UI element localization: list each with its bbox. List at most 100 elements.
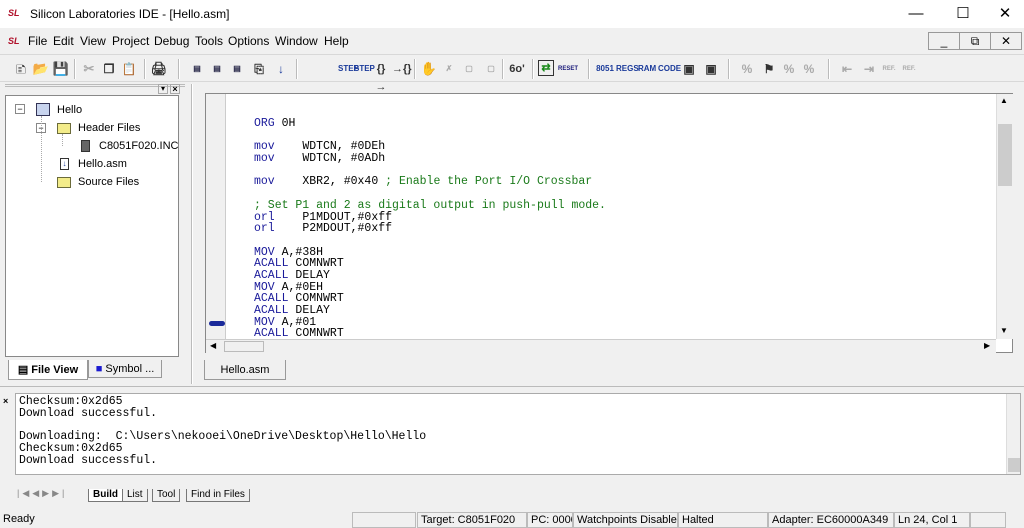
output-close-button[interactable]: × — [3, 396, 8, 406]
toggle-bookmark-icon[interactable]: % — [738, 60, 756, 78]
output-scrollbar[interactable] — [1006, 394, 1020, 474]
indent-icon[interactable]: ⇤ — [838, 60, 856, 78]
outdent-icon[interactable]: ⇥ — [860, 60, 878, 78]
tree-line — [62, 134, 63, 146]
tab-hello-asm[interactable]: Hello.asm — [204, 360, 286, 380]
mdi-restore-button[interactable]: ⧉ — [959, 32, 991, 50]
clear-bookmarks-icon[interactable]: % — [800, 60, 818, 78]
registers-window-icon[interactable]: REGS — [616, 60, 639, 78]
watch-glasses-icon[interactable]: 6o' — [508, 60, 526, 78]
output-tab-scroll-buttons[interactable]: |◀◀▶▶| — [17, 488, 97, 501]
status-empty — [970, 512, 1006, 528]
code-line[interactable]: ORG 0H — [254, 118, 606, 130]
menu-options[interactable]: Options — [228, 34, 269, 48]
splitter[interactable] — [0, 386, 1024, 389]
menu-help[interactable]: Help — [324, 34, 349, 48]
code-editor[interactable]: ORG 0H mov WDTCN, #0DEh mov WDTCN, #0ADh mo… — [205, 93, 1013, 353]
mdi-close-button[interactable]: ✕ — [990, 32, 1022, 50]
scroll-right-icon[interactable]: ▶ — [984, 341, 990, 350]
code-text[interactable]: ORG 0H mov WDTCN, #0DEh mov WDTCN, #0ADh mo… — [254, 118, 606, 340]
code-line[interactable]: mov WDTCN, #0ADh — [254, 153, 606, 165]
scroll-thumb[interactable] — [1008, 458, 1020, 472]
menu-file[interactable]: File — [28, 34, 47, 48]
build-icon[interactable]: ▤ — [188, 60, 206, 78]
asm-file-icon: ↓ — [60, 158, 69, 170]
reset-icon[interactable]: RESET — [558, 60, 578, 78]
minimize-button[interactable]: — — [893, 0, 939, 28]
close-button[interactable]: ✕ — [982, 0, 1024, 28]
step-over-icon[interactable]: STEP — [354, 60, 375, 78]
tab-find-in-files[interactable]: Find in Files — [186, 489, 250, 502]
tree-item-source-files[interactable]: Source Files — [78, 176, 139, 188]
maximize-button[interactable]: ☐ — [940, 0, 986, 28]
tab-build[interactable]: Build — [88, 489, 123, 502]
watch-window-icon[interactable]: ▣ — [702, 60, 720, 78]
refresh-icon[interactable]: ⇄ — [538, 60, 554, 76]
menu-window[interactable]: Window — [275, 34, 318, 48]
remove-breakpoints-icon[interactable]: ▢ — [482, 60, 500, 78]
menu-tools[interactable]: Tools — [195, 34, 223, 48]
splitter[interactable] — [191, 84, 193, 384]
tab-symbol-view[interactable]: ■ Symbol ... — [88, 360, 162, 378]
menu-project[interactable]: Project — [112, 34, 149, 48]
separator — [588, 59, 590, 79]
scroll-left-icon[interactable]: ◀ — [210, 341, 216, 350]
stop-hand-icon[interactable]: ✋ — [420, 60, 438, 78]
status-position: Ln 24, Col 1 — [894, 512, 970, 528]
code-keyword: mov — [254, 175, 282, 189]
code-keyword: ORG — [254, 117, 282, 130]
build-all-icon[interactable]: ▤ — [228, 60, 246, 78]
menu-view[interactable]: View — [80, 34, 106, 48]
code-line[interactable]: orl P2MDOUT,#0xff — [254, 223, 606, 235]
ref-back-icon[interactable]: REF. — [880, 60, 898, 78]
tree-item-hello-asm[interactable]: Hello.asm — [78, 158, 127, 170]
tab-file-view[interactable]: ▤ File View — [8, 360, 88, 380]
tab-tool[interactable]: Tool — [152, 489, 181, 502]
scroll-up-icon[interactable]: ▲ — [1000, 96, 1008, 105]
output-text: Checksum:0x2d65 Download successful. Downl… — [19, 396, 426, 467]
vertical-scrollbar[interactable]: ▲ ▼ — [996, 94, 1013, 339]
print-icon[interactable]: 🖨 — [150, 60, 168, 78]
ram-window-icon[interactable]: RAM — [638, 60, 656, 78]
open-folder-icon[interactable]: 📂 — [32, 60, 50, 78]
folder-icon — [57, 177, 71, 188]
tab-list[interactable]: List — [122, 489, 148, 502]
sfr-window-icon[interactable]: 8051 — [596, 60, 614, 78]
mdi-minimize-button[interactable]: _ — [928, 32, 960, 50]
code-window-icon[interactable]: CODE — [658, 60, 681, 78]
scroll-down-icon[interactable]: ▼ — [1000, 326, 1008, 335]
h-scroll-thumb[interactable] — [224, 341, 264, 352]
download-icon[interactable]: ⎘ — [250, 60, 268, 78]
menu-debug[interactable]: Debug — [154, 34, 189, 48]
tab-label: Symbol ... — [105, 363, 155, 375]
prev-bookmark-icon[interactable]: % — [780, 60, 798, 78]
menu-edit[interactable]: Edit — [53, 34, 74, 48]
copy-icon[interactable]: ❐ — [100, 60, 118, 78]
cut-icon[interactable]: ✂ — [80, 60, 98, 78]
tree-item-inc-file[interactable]: C8051F020.INC — [99, 140, 179, 152]
separator — [414, 59, 416, 79]
panel-menu-button[interactable]: ▾ — [158, 84, 168, 94]
ref-forward-icon[interactable]: REF. — [900, 60, 918, 78]
step-out-icon[interactable]: →{} — [392, 60, 412, 78]
next-bookmark-icon[interactable]: ⚑ — [760, 60, 778, 78]
code-line[interactable]: mov XBR2, #0x40 ; Enable the Port I/O Cr… — [254, 176, 606, 188]
collapse-icon[interactable]: − — [15, 104, 25, 114]
paste-icon[interactable]: 📋 — [120, 60, 138, 78]
panel-close-button[interactable]: × — [170, 84, 180, 94]
status-empty — [352, 512, 416, 528]
tree-root[interactable]: Hello — [57, 104, 82, 116]
output-window[interactable]: Checksum:0x2d65 Download successful. Downl… — [15, 393, 1021, 475]
horizontal-scrollbar[interactable]: ◀ ▶ — [206, 339, 996, 353]
rebuild-icon[interactable]: ▤ — [208, 60, 226, 78]
download-arrow-icon[interactable]: ↓ — [272, 60, 290, 78]
run-to-cursor-icon[interactable]: {}→ — [372, 60, 390, 93]
clear-breakpoint-icon[interactable]: ✗ — [440, 60, 458, 78]
scroll-thumb[interactable] — [998, 124, 1012, 186]
save-icon[interactable]: 💾 — [52, 60, 70, 78]
folder-icon — [57, 123, 71, 134]
breakpoint-icon[interactable]: ▢ — [460, 60, 478, 78]
new-file-icon[interactable]: 🗈 — [12, 60, 30, 78]
tree-item-header-files[interactable]: Header Files — [78, 122, 140, 134]
memory-window-icon[interactable]: ▣ — [680, 60, 698, 78]
